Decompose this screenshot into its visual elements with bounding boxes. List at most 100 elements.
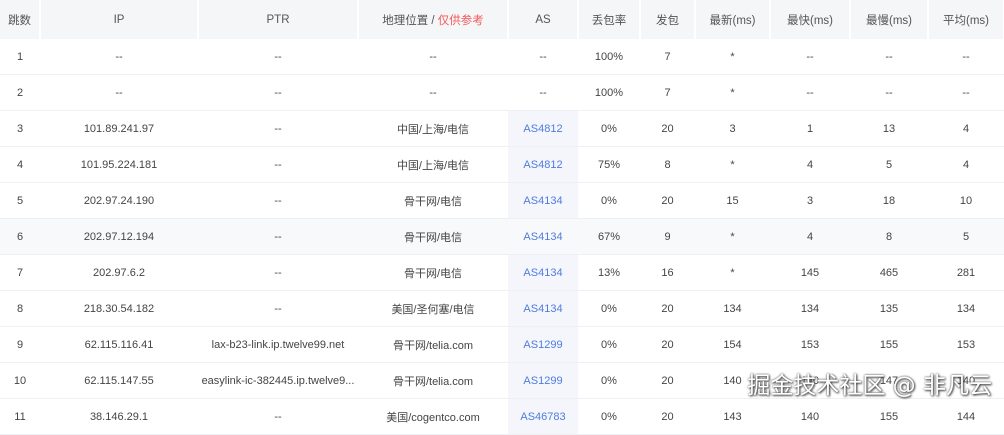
as-link[interactable]: AS46783 [520, 411, 565, 423]
header-geo-label: 地理位置 / [382, 14, 438, 27]
cell-hop: 8 [0, 290, 40, 327]
header-geo[interactable]: 地理位置 / 仅供参考 [358, 0, 509, 39]
cell-hop: 10 [0, 362, 40, 399]
as-link[interactable]: AS4812 [523, 159, 562, 171]
cell-geo: 骨干网/电信 [358, 182, 508, 219]
cell-ip: 101.89.241.97 [40, 110, 198, 147]
cell-worst: 8 [850, 218, 928, 255]
header-last[interactable]: 最新(ms) [695, 0, 771, 39]
cell-ptr: -- [198, 39, 358, 75]
cell-worst: 13 [850, 110, 928, 147]
header-sent[interactable]: 发包 [640, 0, 696, 39]
cell-ptr: -- [198, 254, 358, 291]
as-link[interactable]: AS1299 [523, 375, 562, 387]
as-link[interactable]: AS4134 [523, 231, 562, 243]
cell-as: AS4812 [508, 146, 578, 183]
cell-best: 145 [770, 254, 850, 291]
cell-best: -- [770, 39, 850, 75]
cell-geo: 中国/上海/电信 [358, 110, 508, 147]
cell-avg: 153 [928, 326, 1004, 363]
cell-ptr: -- [198, 218, 358, 255]
cell-loss: 100% [578, 74, 640, 111]
cell-ptr: -- [198, 398, 358, 435]
cell-last: * [695, 218, 770, 255]
cell-loss: 0% [578, 326, 640, 363]
cell-sent: 7 [640, 74, 695, 111]
cell-best: 140 [770, 398, 850, 435]
cell-hop: 5 [0, 182, 40, 219]
cell-worst: 5 [850, 146, 928, 183]
cell-geo: 中国/上海/电信 [358, 146, 508, 183]
cell-ip: 202.97.24.190 [40, 182, 198, 219]
cell-geo: 骨干网/电信 [358, 218, 508, 255]
cell-avg: 144 [928, 398, 1004, 435]
cell-best: 1 [770, 110, 850, 147]
cell-hop: 3 [0, 110, 40, 147]
cell-sent: 16 [640, 254, 695, 291]
header-best[interactable]: 最快(ms) [770, 0, 851, 39]
cell-worst: 465 [850, 254, 928, 291]
cell-loss: 0% [578, 290, 640, 327]
cell-as: AS4134 [508, 290, 578, 327]
cell-loss: 13% [578, 254, 640, 291]
table-row: 8 218.30.54.182 -- 美国/圣何塞/电信 AS4134 0% 20 134 13… [0, 290, 1004, 327]
cell-worst: 155 [850, 326, 928, 363]
cell-ip: 101.95.224.181 [40, 146, 198, 183]
cell-loss: 75% [578, 146, 640, 183]
cell-ip: 62.115.116.41 [40, 326, 198, 363]
cell-geo: 骨干网/telia.com [358, 326, 508, 363]
cell-ip: -- [40, 39, 198, 75]
header-worst[interactable]: 最慢(ms) [850, 0, 929, 39]
cell-ip: 202.97.12.194 [40, 218, 198, 255]
table-row: 2 -- -- -- -- 100% 7 * -- -- -- [0, 74, 1004, 111]
cell-ptr: lax-b23-link.ip.twelve99.net [198, 326, 358, 363]
cell-as: AS4812 [508, 110, 578, 147]
as-link[interactable]: AS4134 [523, 303, 562, 315]
cell-avg: 10 [928, 182, 1004, 219]
table-row: 1 -- -- -- -- 100% 7 * -- -- -- [0, 39, 1004, 75]
cell-hop: 9 [0, 326, 40, 363]
cell-sent: 7 [640, 39, 695, 75]
cell-geo: -- [358, 39, 508, 75]
cell-best: 153 [770, 326, 850, 363]
cell-geo: 骨干网/电信 [358, 254, 508, 291]
header-hop[interactable]: 跳数 [0, 0, 41, 39]
cell-last: * [695, 254, 770, 291]
header-ip[interactable]: IP [40, 0, 199, 39]
as-link[interactable]: AS1299 [523, 339, 562, 351]
header-loss[interactable]: 丢包率 [578, 0, 641, 39]
cell-hop: 7 [0, 254, 40, 291]
cell-loss: 0% [578, 182, 640, 219]
header-ptr[interactable]: PTR [198, 0, 359, 39]
cell-ptr: easylink-ic-382445.ip.twelve9... [198, 362, 358, 399]
as-link[interactable]: AS4134 [523, 267, 562, 279]
cell-hop: 11 [0, 398, 40, 435]
table-row: 11 38.146.29.1 -- 美国/cogentco.com AS46783 0% 2… [0, 398, 1004, 435]
cell-worst: -- [850, 39, 928, 75]
cell-last: * [695, 74, 770, 111]
cell-avg: -- [928, 39, 1004, 75]
cell-avg: -- [928, 74, 1004, 111]
cell-sent: 20 [640, 110, 695, 147]
table-row: 9 62.115.116.41 lax-b23-link.ip.twelve99.n… [0, 326, 1004, 363]
as-link[interactable]: AS4812 [523, 123, 562, 135]
cell-best: 4 [770, 218, 850, 255]
header-as[interactable]: AS [508, 0, 579, 39]
cell-as: -- [508, 39, 578, 75]
cell-geo: 骨干网/telia.com [358, 362, 508, 399]
cell-worst: 18 [850, 182, 928, 219]
cell-hop: 1 [0, 39, 40, 75]
cell-best: 4 [770, 146, 850, 183]
cell-loss: 0% [578, 398, 640, 435]
cell-as: -- [508, 74, 578, 111]
header-avg[interactable]: 平均(ms) [928, 0, 1004, 39]
cell-geo: 美国/圣何塞/电信 [358, 290, 508, 327]
cell-ip: -- [40, 74, 198, 111]
cell-last: * [695, 39, 770, 75]
cell-as: AS1299 [508, 362, 578, 399]
cell-ptr: -- [198, 146, 358, 183]
cell-avg: 4 [928, 146, 1004, 183]
cell-avg: 5 [928, 218, 1004, 255]
as-link[interactable]: AS4134 [523, 195, 562, 207]
cell-ptr: -- [198, 110, 358, 147]
